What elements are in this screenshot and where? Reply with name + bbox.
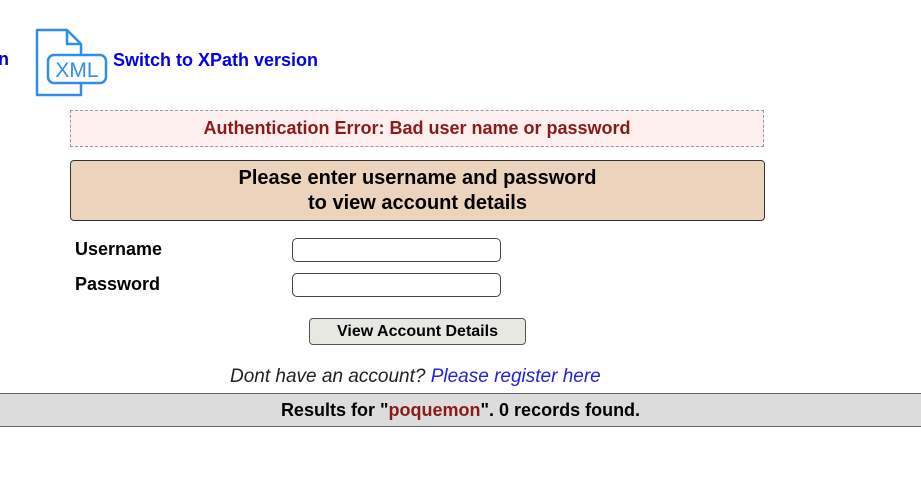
results-bar: Results for " poquemon ". 0 records found. — [0, 393, 921, 427]
password-input[interactable] — [292, 273, 501, 297]
register-text: Dont have an account? — [230, 366, 431, 387]
prompt-line-1: Please enter username and password — [238, 166, 597, 189]
username-input[interactable] — [292, 238, 501, 262]
results-query: poquemon — [388, 399, 481, 420]
results-suffix: ". 0 records found. — [480, 399, 641, 420]
authentication-error-message: Authentication Error: Bad user name or p… — [70, 110, 764, 147]
cutoff-link-text[interactable]: n — [0, 49, 9, 70]
results-prefix: Results for " — [280, 399, 389, 420]
username-label: Username — [75, 239, 163, 259]
register-prompt: Dont have an account? Please register he… — [230, 366, 601, 388]
password-label: Password — [75, 274, 161, 294]
switch-to-xpath-link[interactable]: Switch to XPath version — [113, 50, 318, 71]
view-account-details-button[interactable]: View Account Details — [309, 318, 526, 345]
xml-file-icon[interactable]: XML — [33, 28, 109, 98]
login-prompt-box: Please enter username and password to vi… — [70, 160, 765, 221]
register-link[interactable]: Please register here — [431, 366, 601, 387]
prompt-line-2: to view account details — [308, 191, 527, 214]
xml-icon-label: XML — [55, 59, 98, 82]
